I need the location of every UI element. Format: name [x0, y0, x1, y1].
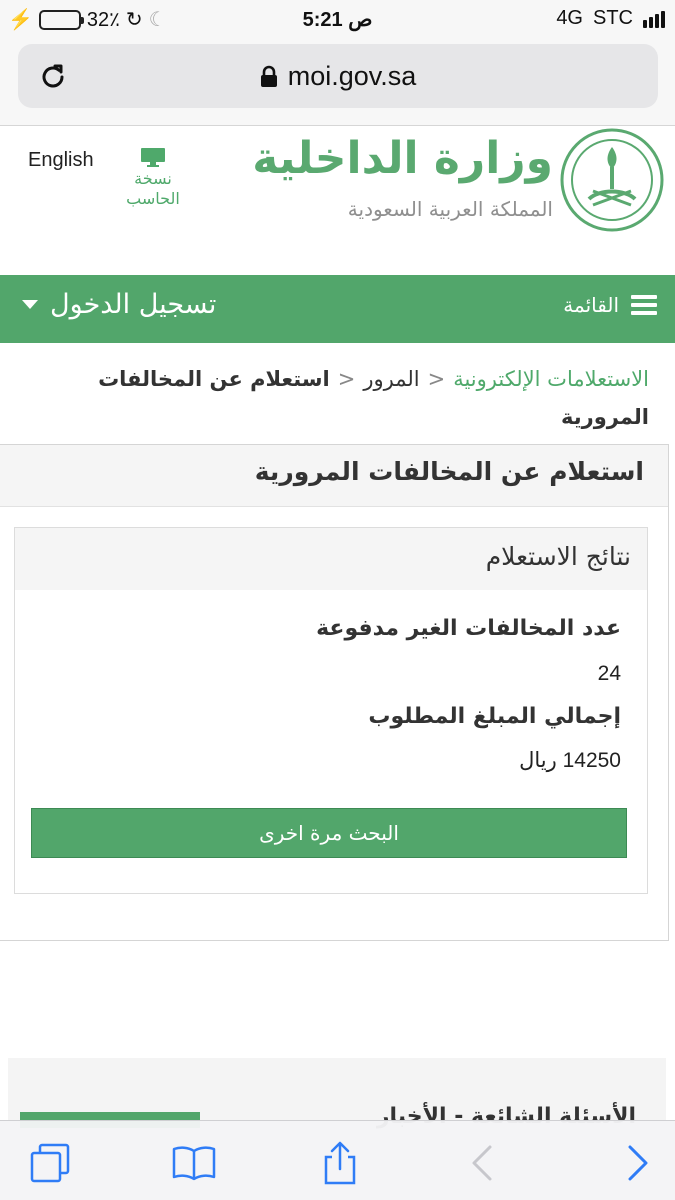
chevron-left-icon: <	[427, 367, 446, 391]
search-again-button[interactable]: البحث مرة اخرى	[31, 808, 627, 858]
time-period: ص	[348, 9, 373, 31]
share-icon[interactable]	[316, 1139, 364, 1187]
total-amount-value: 14250 ريال	[519, 749, 621, 772]
login-dropdown[interactable]: تسجيل الدخول	[22, 289, 216, 320]
breadcrumb: الاستعلامات الإلكترونية<المرور<استعلام ع…	[40, 360, 649, 436]
unpaid-count-label: عدد المخالفات الغير مدفوعة	[316, 616, 621, 641]
forward-icon[interactable]	[612, 1139, 660, 1187]
panel-title: استعلام عن المخالفات المرورية	[0, 445, 668, 507]
time-value: 5:21	[302, 9, 343, 31]
lock-icon	[260, 65, 277, 87]
status-right: 4G STC	[556, 7, 665, 30]
status-bar: ⚡ 32٪ ↻ ☾ ص 5:21 4G STC	[0, 0, 675, 38]
url-text: moi.gov.sa	[287, 61, 417, 91]
login-label: تسجيل الدخول	[50, 289, 217, 320]
unpaid-count-value: 24	[597, 662, 621, 685]
breadcrumb-item-traffic[interactable]: المرور	[363, 367, 419, 391]
ministry-logo-subtitle: المملكة العربية السعودية	[347, 197, 553, 221]
url-display[interactable]: moi.gov.sa	[18, 61, 658, 92]
caret-down-icon	[22, 300, 38, 309]
saudi-emblem-icon	[560, 128, 664, 232]
browser-chrome: moi.gov.sa	[0, 38, 675, 126]
desktop-version-label: نسخة الحاسب	[126, 169, 180, 208]
tabs-icon[interactable]	[26, 1139, 74, 1187]
results-box: نتائج الاستعلام عدد المخالفات الغير مدفو…	[14, 527, 648, 894]
monitor-icon	[141, 148, 165, 167]
signal-icon	[643, 10, 665, 28]
chevron-left-icon: <	[337, 367, 356, 391]
breadcrumb-item-e-services[interactable]: الاستعلامات الإلكترونية	[453, 367, 649, 391]
address-bar[interactable]: moi.gov.sa	[18, 44, 658, 108]
carrier-name: STC	[593, 7, 633, 29]
browser-toolbar	[0, 1120, 675, 1200]
footer-section: الأسئلة الشائعة - الأخبار	[8, 1058, 666, 1129]
total-amount-label: إجمالي المبلغ المطلوب	[368, 704, 621, 729]
results-title: نتائج الاستعلام	[15, 528, 647, 590]
hamburger-icon	[631, 295, 657, 315]
desktop-version-link[interactable]: نسخة الحاسب	[120, 147, 186, 209]
site-header: English نسخة الحاسب وزارة الداخلية الممل…	[0, 127, 675, 275]
back-icon[interactable]	[460, 1139, 508, 1187]
menu-button[interactable]: القائمة	[563, 293, 657, 317]
menu-label: القائمة	[563, 293, 619, 317]
bookmarks-icon[interactable]	[170, 1139, 218, 1187]
inquiry-panel: استعلام عن المخالفات المرورية نتائج الاس…	[0, 444, 669, 941]
ministry-logo-title: وزارة الداخلية	[252, 133, 553, 184]
english-link[interactable]: English	[28, 149, 94, 172]
network-type: 4G	[556, 7, 583, 29]
main-nav-bar: القائمة تسجيل الدخول	[0, 275, 675, 343]
